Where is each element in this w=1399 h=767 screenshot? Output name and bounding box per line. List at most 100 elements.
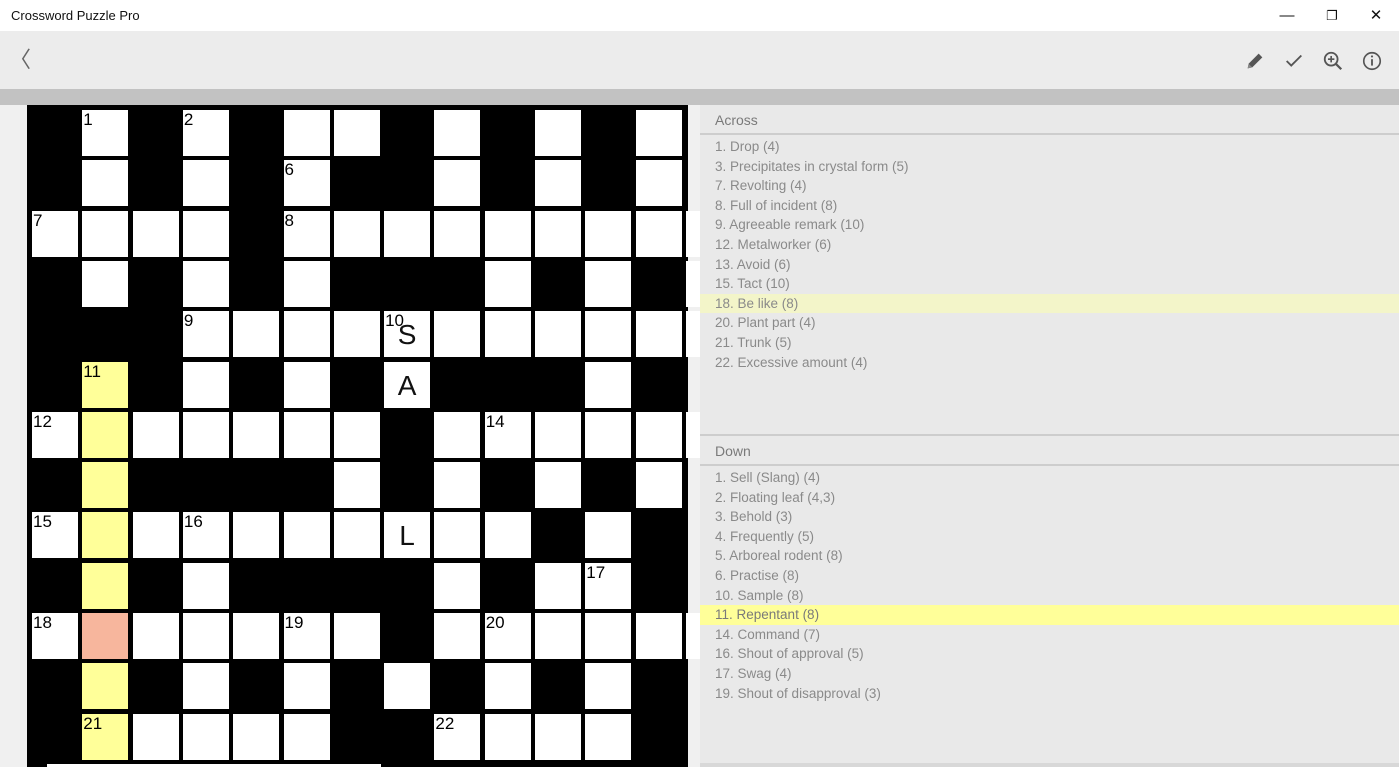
grid-cell[interactable]: 1 bbox=[82, 110, 129, 156]
across-clue-item[interactable]: 18. Be like (8) bbox=[700, 293, 1399, 314]
grid-cell[interactable] bbox=[82, 411, 129, 458]
grid-cell[interactable] bbox=[182, 411, 229, 458]
across-clue-item[interactable]: 8. Full of incident (8) bbox=[700, 196, 1399, 216]
grid-cell[interactable] bbox=[434, 160, 481, 207]
grid-cell[interactable] bbox=[535, 210, 581, 257]
across-clue-item[interactable]: 1. Drop (4) bbox=[700, 137, 1399, 157]
grid-cell[interactable]: 20 bbox=[484, 613, 531, 659]
grid-cell[interactable] bbox=[283, 411, 330, 458]
grid-cell[interactable] bbox=[585, 713, 632, 760]
grid-cell[interactable] bbox=[182, 713, 229, 760]
check-button[interactable] bbox=[1279, 46, 1309, 76]
grid-cell[interactable] bbox=[82, 613, 129, 659]
grid-cell[interactable]: 21 bbox=[82, 713, 129, 760]
grid-cell[interactable] bbox=[132, 512, 179, 559]
grid-cell[interactable] bbox=[585, 613, 632, 659]
grid-cell[interactable] bbox=[635, 210, 682, 257]
grid-cell[interactable] bbox=[333, 613, 380, 659]
grid-cell[interactable] bbox=[233, 713, 280, 760]
grid-cell[interactable] bbox=[484, 663, 531, 710]
grid-cell[interactable] bbox=[434, 110, 481, 156]
grid-cell[interactable] bbox=[434, 462, 481, 509]
grid-cell[interactable] bbox=[434, 562, 481, 609]
grid-cell[interactable]: 9 bbox=[182, 311, 229, 358]
grid-cell[interactable]: 8 bbox=[283, 210, 330, 257]
grid-cell[interactable] bbox=[82, 663, 129, 710]
grid-cell[interactable] bbox=[635, 411, 682, 458]
down-clue-item[interactable]: 3. Behold (3) bbox=[700, 507, 1399, 527]
grid-cell[interactable] bbox=[283, 311, 330, 358]
grid-cell[interactable] bbox=[182, 210, 229, 257]
grid-cell[interactable] bbox=[233, 512, 280, 559]
grid-cell[interactable] bbox=[635, 110, 682, 156]
grid-cell[interactable] bbox=[635, 311, 682, 358]
grid-cell[interactable]: 16 bbox=[182, 512, 229, 559]
grid-cell[interactable] bbox=[333, 512, 380, 559]
grid-cell[interactable] bbox=[132, 613, 179, 659]
maximize-button[interactable]: ❐ bbox=[1309, 0, 1355, 31]
back-button[interactable]: 〈 bbox=[8, 45, 32, 75]
grid-cell[interactable]: 17 bbox=[585, 562, 632, 609]
across-clue-item[interactable]: 9. Agreeable remark (10) bbox=[700, 215, 1399, 235]
grid-cell[interactable] bbox=[82, 260, 129, 307]
grid-cell[interactable] bbox=[182, 160, 229, 207]
grid-cell[interactable]: 19 bbox=[283, 613, 330, 659]
grid-cell[interactable] bbox=[283, 110, 330, 156]
grid-cell[interactable] bbox=[182, 562, 229, 609]
grid-cell[interactable] bbox=[434, 512, 481, 559]
grid-cell[interactable] bbox=[585, 260, 632, 307]
grid-cell[interactable] bbox=[484, 311, 531, 358]
grid-cell[interactable]: 22 bbox=[434, 713, 481, 760]
down-clue-item[interactable]: 11. Repentant (8) bbox=[700, 605, 1399, 625]
grid-cell[interactable] bbox=[182, 613, 229, 659]
down-clue-item[interactable]: 2. Floating leaf (4,3) bbox=[700, 488, 1399, 508]
info-button[interactable] bbox=[1357, 46, 1387, 76]
down-clue-item[interactable]: 14. Command (7) bbox=[700, 625, 1399, 645]
across-clue-item[interactable]: 15. Tact (10) bbox=[700, 274, 1399, 294]
grid-cell[interactable] bbox=[283, 361, 330, 408]
grid-cell[interactable] bbox=[585, 361, 632, 408]
grid-cell[interactable] bbox=[635, 462, 682, 509]
grid-cell[interactable] bbox=[434, 210, 481, 257]
grid-cell[interactable] bbox=[233, 613, 280, 659]
grid-cell[interactable] bbox=[132, 713, 179, 760]
grid-cell[interactable] bbox=[283, 663, 330, 710]
grid-cell[interactable]: A bbox=[384, 361, 431, 408]
grid-cell[interactable] bbox=[283, 512, 330, 559]
grid-cell[interactable] bbox=[535, 562, 581, 609]
grid-cell[interactable] bbox=[333, 411, 380, 458]
grid-cell[interactable] bbox=[535, 462, 581, 509]
clues-scrollbar[interactable] bbox=[700, 763, 1399, 767]
grid-cell[interactable] bbox=[333, 311, 380, 358]
grid-cell[interactable] bbox=[484, 713, 531, 760]
down-clue-item[interactable]: 16. Shout of approval (5) bbox=[700, 644, 1399, 664]
down-clue-item[interactable]: 10. Sample (8) bbox=[700, 586, 1399, 606]
grid-cell[interactable] bbox=[333, 210, 380, 257]
down-clue-item[interactable]: 17. Swag (4) bbox=[700, 664, 1399, 684]
pencil-button[interactable] bbox=[1240, 46, 1270, 76]
grid-cell[interactable] bbox=[585, 663, 632, 710]
grid-cell[interactable] bbox=[384, 210, 431, 257]
grid-cell[interactable] bbox=[132, 210, 179, 257]
grid-cell[interactable] bbox=[283, 260, 330, 307]
grid-cell[interactable] bbox=[535, 613, 581, 659]
across-clue-item[interactable]: 20. Plant part (4) bbox=[700, 313, 1399, 333]
grid-cell[interactable] bbox=[484, 210, 531, 257]
across-clue-item[interactable]: 12. Metalworker (6) bbox=[700, 235, 1399, 255]
grid-cell[interactable] bbox=[82, 160, 129, 207]
grid-cell[interactable] bbox=[434, 411, 481, 458]
grid-cell[interactable] bbox=[484, 512, 531, 559]
down-clue-item[interactable]: 4. Frequently (5) bbox=[700, 527, 1399, 547]
across-clue-item[interactable]: 22. Excessive amount (4) bbox=[700, 353, 1399, 373]
down-clue-item[interactable]: 1. Sell (Slang) (4) bbox=[700, 468, 1399, 488]
grid-cell[interactable]: 7 bbox=[32, 210, 78, 257]
across-clue-item[interactable]: 7. Revolting (4) bbox=[700, 176, 1399, 196]
grid-cell[interactable]: 2 bbox=[182, 110, 229, 156]
down-clue-item[interactable]: 5. Arboreal rodent (8) bbox=[700, 546, 1399, 566]
close-button[interactable]: ✕ bbox=[1353, 0, 1399, 31]
grid-cell[interactable] bbox=[535, 411, 581, 458]
grid-cell[interactable]: 15 bbox=[32, 512, 78, 559]
grid-cell[interactable]: 11 bbox=[82, 361, 129, 408]
grid-cell[interactable] bbox=[182, 361, 229, 408]
grid-cell[interactable] bbox=[585, 512, 632, 559]
